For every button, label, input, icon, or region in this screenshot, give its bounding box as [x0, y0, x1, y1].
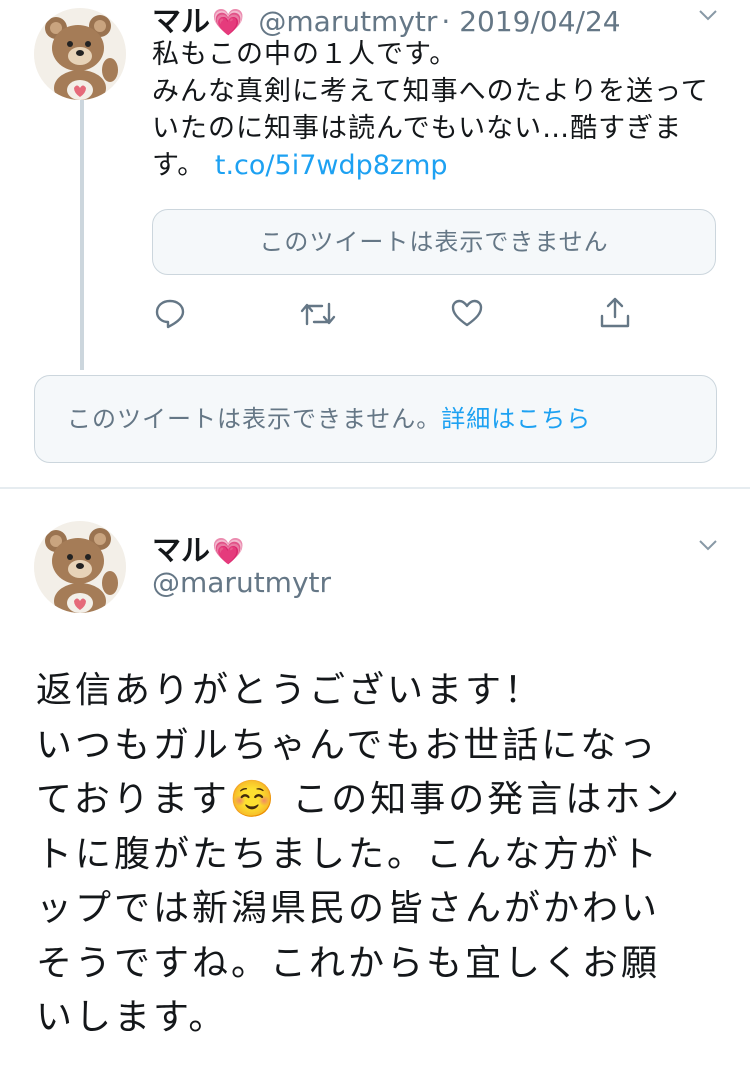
tweet-author: マル 💗 [152, 527, 244, 569]
heart-emoji-icon: 💗 [212, 537, 245, 567]
tweet-text-line: す。 [152, 150, 215, 181]
share-icon [600, 297, 630, 328]
reply-icon [155, 299, 185, 329]
share-button[interactable] [599, 296, 631, 330]
tweet-text-line: いたのに知事は読んでもいない…酷すぎま [152, 113, 683, 144]
tweet-text-line: 返信ありがとうございます！ [36, 670, 544, 711]
unavailable-tweet-notice: このツイートは表示できません。詳細はこちら [34, 375, 717, 463]
teddy-bear-avatar-icon [34, 8, 126, 100]
tweet-text-line-with-link: す。 t.co/5i7wdp8zmp [152, 147, 722, 184]
tweet-text-line: ップでは新潟県民の皆さんがかわい [36, 888, 661, 929]
tweet-text-line: トに腹がたちました。こんな方がト [36, 833, 661, 875]
reply-button[interactable] [154, 297, 186, 329]
quoted-tweet-unavailable[interactable]: このツイートは表示できません [152, 209, 716, 275]
unavailable-text: このツイートは表示できません。 [67, 405, 442, 433]
tweet-text-line: そうですね。これからも宜しくお願 [36, 942, 661, 984]
author-handle[interactable]: @marutmytr [258, 5, 437, 38]
divider [0, 487, 750, 489]
like-icon [451, 299, 483, 327]
author-handle[interactable]: @marutmytr [152, 566, 331, 599]
tweet-text-line: 私もこの中の１人です。 [152, 39, 458, 70]
chevron-down-icon[interactable] [695, 2, 721, 35]
author-name[interactable]: マル [152, 0, 210, 40]
like-button[interactable] [451, 298, 483, 328]
tweet-text: 私もこの中の１人です。 みんな真剣に考えて知事へのたよりを送って いたのに知事は… [152, 36, 722, 184]
author-name[interactable]: マル [152, 527, 210, 569]
chevron-down-icon[interactable] [695, 532, 721, 565]
tweet-link[interactable]: t.co/5i7wdp8zmp [215, 150, 448, 181]
heart-emoji-icon: 💗 [212, 8, 245, 38]
tweet-text-line: いします。 [36, 997, 228, 1038]
tweet-text-line: いつもガルちゃんでもお世話になっ [36, 724, 659, 766]
tweet-header: マル 💗 @marutmytr · 2019/04/24 [152, 0, 621, 40]
tweet-text-line: みんな真剣に考えて知事へのたよりを送って [152, 76, 709, 107]
tweet-date[interactable]: · 2019/04/24 [441, 5, 620, 38]
avatar[interactable] [34, 8, 126, 100]
tweet-text-line: ております☺️ この知事の発言はホン [36, 779, 683, 820]
learn-more-link[interactable]: 詳細はこちら [441, 405, 591, 433]
retweet-button[interactable] [300, 300, 336, 328]
avatar[interactable] [34, 521, 126, 613]
teddy-bear-avatar-icon [34, 521, 126, 613]
retweet-icon [300, 302, 336, 326]
thread-line [80, 100, 84, 370]
tweet-text: 返信ありがとうございます！ いつもガルちゃんでもお世話になっ ております☺️ こ… [36, 664, 736, 1046]
